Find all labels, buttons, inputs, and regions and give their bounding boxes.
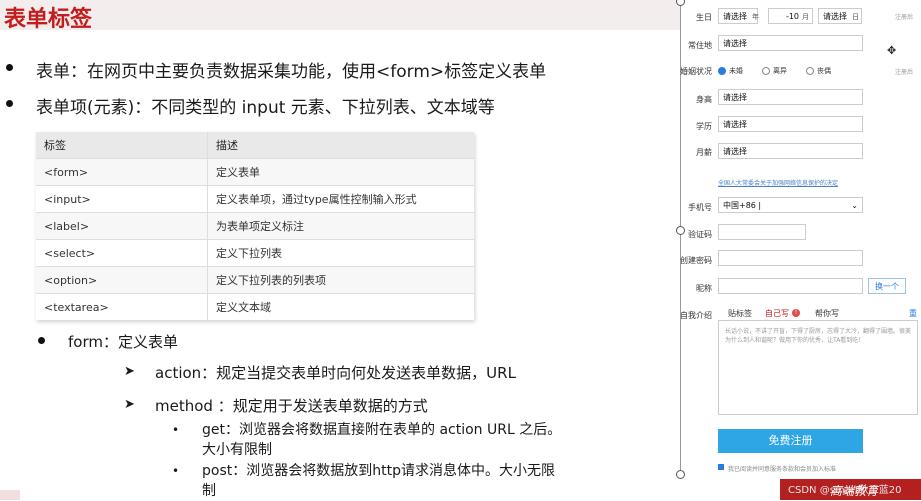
table-cell: <option>: [36, 266, 208, 294]
footer-decoration: [0, 490, 20, 500]
education-label: 学历: [696, 122, 712, 131]
tab-tags[interactable]: 贴标签: [728, 308, 752, 319]
table-row: <select> 定义下拉列表: [36, 239, 474, 267]
table-cell: 定义下拉列表的列表项: [207, 266, 474, 294]
cursor-icon: ✥: [887, 44, 897, 57]
table-cell: <textarea>: [36, 293, 208, 320]
phone-input[interactable]: 中国+86 | ⌄: [718, 197, 863, 213]
tab-help-write[interactable]: 帮你写: [815, 308, 839, 319]
watermark: CSDN @smart秋工蓝20: [788, 485, 902, 496]
phone-label: 手机号: [688, 203, 712, 212]
table-cell: <label>: [36, 212, 208, 240]
form-tags-table: 标签 描述 <form> 定义表单 <input> 定义表单项，通过type属性…: [36, 132, 474, 320]
education-select[interactable]: 请选择: [718, 116, 863, 132]
marital-radio-divorced[interactable]: 离异: [762, 66, 787, 76]
change-nickname-button[interactable]: 换一个: [868, 278, 906, 294]
table-cell: 定义表单: [207, 158, 474, 186]
nickname-input[interactable]: [718, 278, 863, 294]
bullet-dot: [6, 100, 13, 107]
table-header: 描述: [207, 132, 474, 159]
hint-text: 注册后: [895, 14, 914, 21]
table-row: <textarea> 定义文本域: [36, 293, 474, 320]
table-header-row: 标签 描述: [36, 132, 474, 159]
slide-title-bar: 表单标签: [0, 0, 680, 32]
bullet-dot: •: [172, 464, 180, 478]
bullet-dot: [6, 64, 13, 71]
radio-checked-icon: [718, 67, 726, 75]
bullet-text: 表单项(元素)：不同类型的 input 元素、下拉列表、文本域等: [36, 98, 495, 118]
bullet-dot: •: [172, 423, 180, 437]
table-cell: 定义下拉列表: [207, 239, 474, 267]
get-point: get：浏览器会将数据直接附在表单的 action URL 之后。大小有限制: [202, 422, 562, 458]
register-button[interactable]: 免费注册: [718, 429, 863, 453]
table-row: <input> 定义表单项，通过type属性控制输入形式: [36, 185, 474, 213]
arrow-icon: ➤: [124, 397, 135, 412]
password-label: 创建密码: [680, 256, 712, 265]
radio-icon: [762, 67, 770, 75]
agree-checkbox[interactable]: [718, 464, 724, 470]
radio-label: 离异: [773, 67, 787, 75]
year-unit: 年: [752, 13, 759, 21]
table-cell: 定义文本域: [207, 293, 474, 320]
marital-radio-single[interactable]: 未婚: [718, 66, 743, 76]
radio-label: 丧偶: [817, 67, 831, 75]
password-input[interactable]: [718, 250, 863, 266]
bullet-text: form：定义表单: [68, 333, 178, 351]
day-unit: 日: [852, 13, 859, 21]
table-row: <form> 定义表单: [36, 158, 474, 186]
intro-placeholder: 长话小说，不讲了开盲，下得了厨房，志得了大冷，翻得了围墙。很美为什么到人和谐呢？…: [725, 328, 912, 344]
income-select[interactable]: 请选择: [718, 143, 863, 159]
action-point: action：规定当提交表单时向何处发送表单数据，URL: [155, 364, 516, 382]
table-cell: <select>: [36, 239, 208, 267]
privacy-link[interactable]: 全国人大常委会关于加强网络信息保护的决定: [718, 178, 838, 187]
method-point: method ：规定用于发送表单数据的方式: [155, 397, 428, 415]
alert-icon: !: [792, 309, 800, 317]
post-point: post：浏览器会将数据放到http请求消息体中。大小无限制: [202, 463, 555, 499]
table-header: 标签: [36, 132, 208, 159]
marital-radio-widowed[interactable]: 丧偶: [806, 66, 831, 76]
table-cell: 定义表单项，通过type属性控制输入形式: [207, 185, 474, 213]
arrow-icon: ➤: [124, 364, 135, 379]
more-link[interactable]: 重: [909, 308, 917, 319]
radio-icon: [806, 67, 814, 75]
bullet-dot: [38, 337, 45, 344]
hint-text: 注册后: [895, 69, 914, 76]
tab-write-myself[interactable]: 自己写: [765, 308, 789, 319]
bullet-text: 表单：在网页中主要负责数据采集功能，使用<form>标签定义表单: [36, 62, 547, 82]
birthday-label: 生日: [696, 13, 712, 22]
income-label: 月薪: [696, 148, 712, 157]
table-row: <option> 定义下拉列表的列表项: [36, 266, 474, 294]
table-cell: 为表单项定义标注: [207, 212, 474, 240]
verification-code-input[interactable]: [718, 224, 806, 240]
residence-select[interactable]: 请选择: [718, 35, 863, 51]
month-unit: 月: [802, 13, 809, 21]
slide-title: 表单标签: [4, 7, 93, 32]
code-label: 验证码: [688, 230, 712, 239]
table-row: <label> 为表单项定义标注: [36, 212, 474, 240]
resize-handle-icon[interactable]: [676, 470, 685, 479]
table-cell: <input>: [36, 185, 208, 213]
height-label: 身高: [696, 95, 712, 104]
marital-label: 婚姻状况: [680, 67, 712, 76]
residence-label: 常住地: [688, 41, 712, 50]
phone-country-code: 中国+86 |: [723, 201, 762, 210]
agree-text: 我已阅读并同意服务条款和会员加入标准: [728, 466, 837, 473]
radio-label: 未婚: [729, 67, 743, 75]
nickname-label: 昵称: [696, 284, 712, 293]
table-cell: <form>: [36, 158, 208, 186]
intro-label: 自我介绍: [680, 311, 712, 320]
chevron-down-icon: ⌄: [851, 201, 858, 210]
height-select[interactable]: 请选择: [718, 89, 863, 105]
intro-textarea[interactable]: 长话小说，不讲了开盲，下得了厨房，志得了大冷，翻得了围墙。很美为什么到人和谐呢？…: [718, 320, 918, 415]
